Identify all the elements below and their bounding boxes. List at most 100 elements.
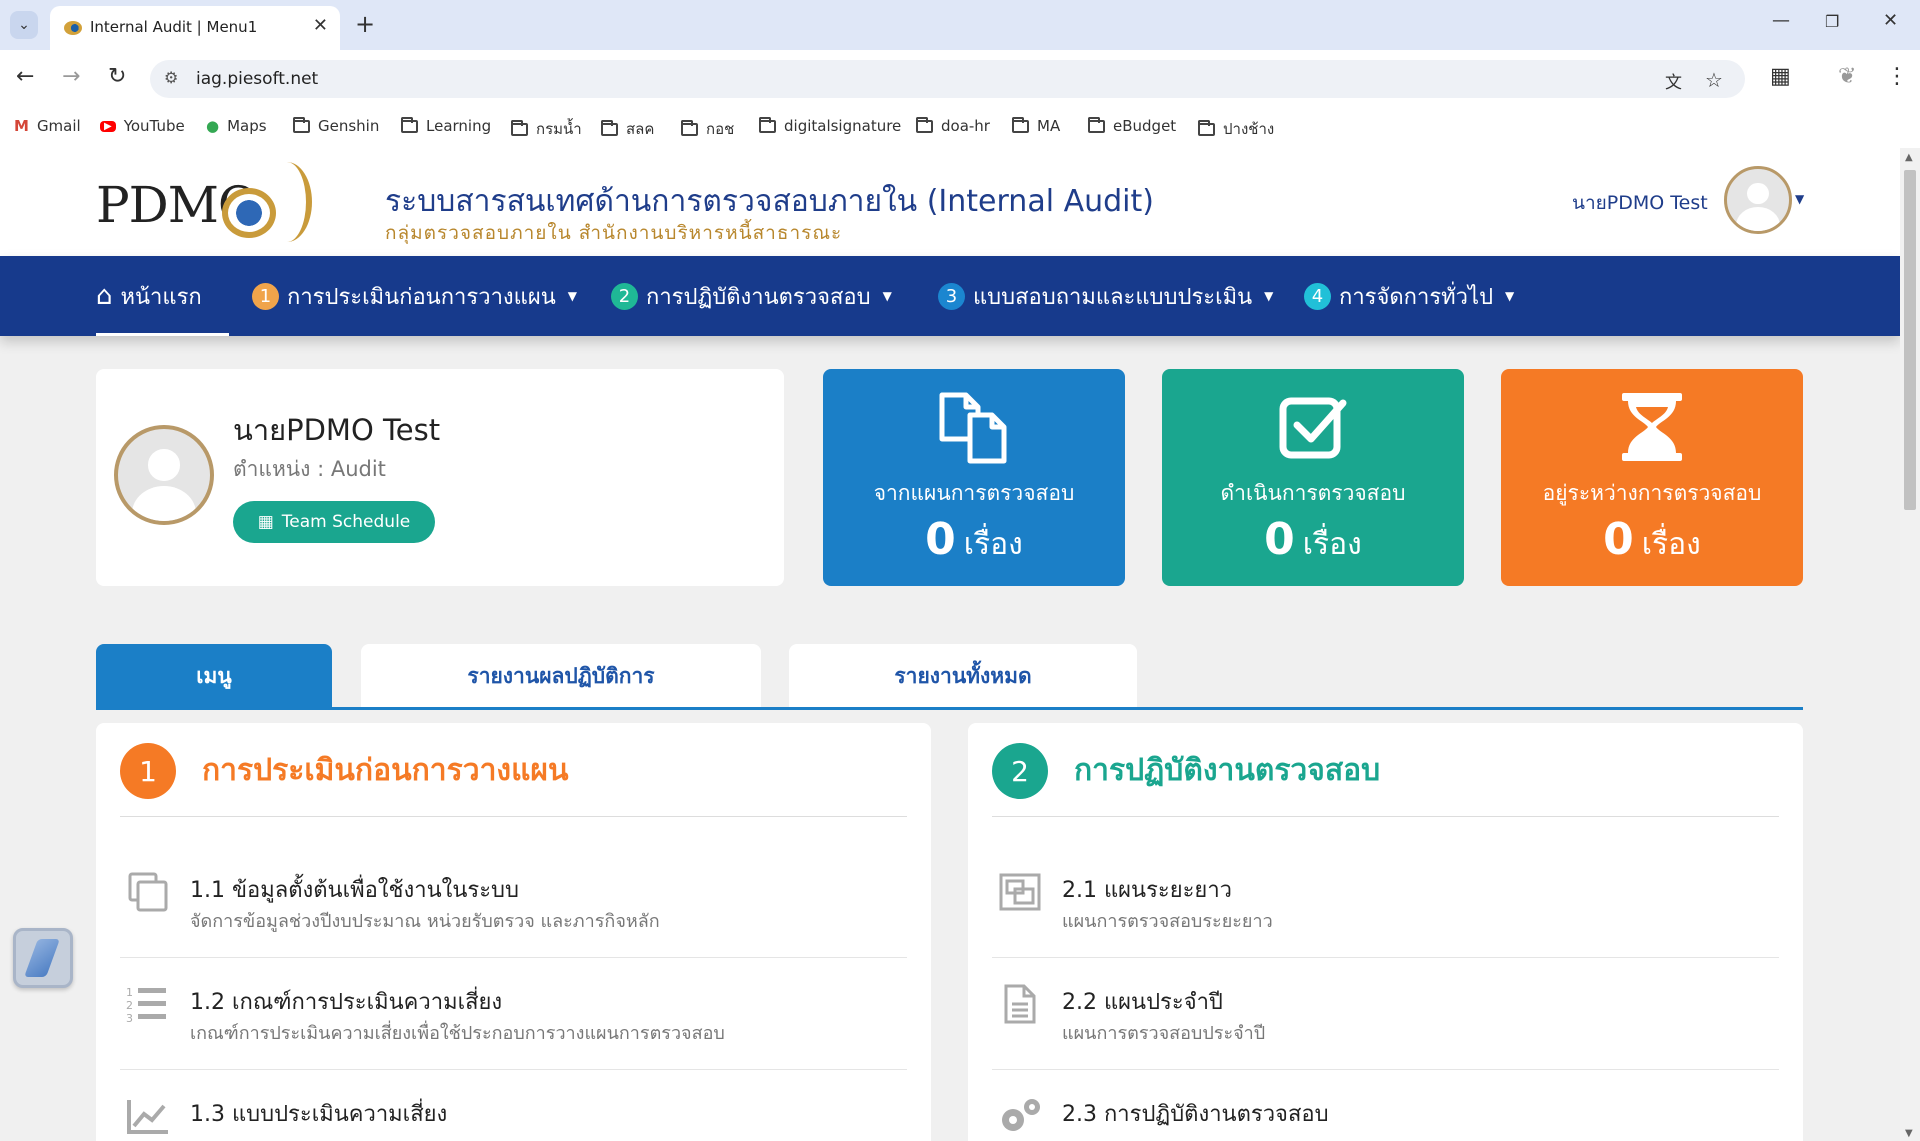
translate-icon[interactable]: 文 [1665,68,1682,93]
browser-tab[interactable]: Internal Audit | Menu1 ✕ [50,6,340,50]
tab-menu[interactable]: เมนู [96,644,332,708]
document-icon [998,984,1042,1024]
close-icon[interactable]: ✕ [313,15,328,36]
lightning-icon [24,939,60,977]
folder-icon [681,119,698,136]
folder-icon [1088,116,1105,133]
stat-label: ดำเนินการตรวจสอบ [1220,481,1406,505]
menu-item-2-2[interactable]: 2.2 แผนประจำปี แผนการตรวจสอบประจำปี [992,958,1779,1070]
caret-down-icon: ▼ [1505,289,1515,303]
more-vert-icon[interactable]: ⋮ [1886,64,1908,89]
menu-item-1-2[interactable]: 123 1.2 เกณฑ์การประเมินความเสี่ยง เกณฑ์ก… [120,958,907,1070]
home-icon: ⌂ [96,281,113,311]
scroll-down-arrow-icon[interactable]: ▼ [1905,1128,1913,1139]
nav-general-management[interactable]: 4 การจัดการทั่วไป ▼ [1304,256,1514,336]
nav-number-badge: 4 [1304,282,1331,310]
restore-icon[interactable]: ❐ [1825,12,1839,31]
line-chart-icon [126,1096,170,1136]
caret-down-icon[interactable]: ▼ [1795,192,1804,206]
svg-text:2: 2 [126,999,133,1012]
bookmark-gmail[interactable]: M Gmail [14,117,81,135]
menu-item-2-1[interactable]: 2.1 แผนระยะยาว แผนการตรวจสอบระยะยาว [992,846,1779,958]
bookmark-genshin[interactable]: Genshin [293,116,379,135]
caret-down-icon: ▼ [1264,289,1274,303]
tab-all-reports[interactable]: รายงานทั้งหมด [789,644,1137,708]
panel-title: การปฏิบัติงานตรวจสอบ [1074,753,1381,788]
team-schedule-button[interactable]: ▦ Team Schedule [233,501,435,543]
tab-title: Internal Audit | Menu1 [90,18,258,36]
menu-item-2-3[interactable]: 2.3 การปฏิบัติงานตรวจสอบ [992,1070,1779,1141]
nav-number-badge: 1 [252,282,279,310]
tab-operation-report[interactable]: รายงานผลปฏิบัติการ [361,644,761,708]
panel-number-badge: 1 [120,743,176,799]
bookmark-ปางช้าง[interactable]: ปางช้าง [1198,117,1274,141]
menu-item-1-1[interactable]: 1.1 ข้อมูลตั้งต้นเพื่อใช้งานในระบบ จัดกา… [120,846,907,958]
back-arrow-icon[interactable]: ← [16,64,34,89]
address-bar[interactable]: ⚙ iag.piesoft.net 文 ☆ [150,60,1745,98]
nav-home[interactable]: ⌂ หน้าแรก [96,256,202,336]
tab-underline [96,707,1803,710]
minimize-icon[interactable]: — [1772,10,1790,31]
bookmark-สลค[interactable]: สลค [601,117,654,141]
reload-icon[interactable]: ↻ [108,64,126,89]
site-header: PDMO ระบบสารสนเทศด้านการตรวจสอบภายใน (In… [0,148,1900,256]
scroll-up-arrow-icon[interactable]: ▲ [1905,152,1913,163]
scroll-thumb[interactable] [1904,170,1916,510]
nav-pre-planning[interactable]: 1 การประเมินก่อนการวางแผน ▼ [252,256,577,336]
avatar [114,425,214,525]
menu-item-title: 2.3 การปฏิบัติงานตรวจสอบ [1062,1102,1329,1127]
folder-icon [1012,116,1029,133]
folder-icon [293,116,310,133]
stat-card-under-audit[interactable]: อยู่ระหว่างการตรวจสอบ 0 เรื่อง [1501,369,1803,586]
main-navigation: ⌂ หน้าแรก 1 การประเมินก่อนการวางแผน ▼ 2 … [0,256,1900,336]
panel-number-badge: 2 [992,743,1048,799]
nav-number-badge: 3 [938,282,965,310]
menu-item-title: 1.2 เกณฑ์การประเมินความเสี่ยง [190,990,503,1015]
svg-text:3: 3 [126,1012,133,1024]
menu-item-title: 2.1 แผนระยะยาว [1062,878,1233,903]
bookmark-learning[interactable]: Learning [401,116,491,135]
bookmark-youtube[interactable]: ▶ YouTube [100,117,185,135]
bookmark-กอช[interactable]: กอช [681,117,734,141]
forward-arrow-icon[interactable]: → [62,64,80,89]
logo-swoosh [262,162,312,242]
stat-card-in-progress[interactable]: ดำเนินการตรวจสอบ 0 เรื่อง [1162,369,1464,586]
bookmark-doa-hr[interactable]: doa-hr [916,116,990,135]
site-subtitle: กลุ่มตรวจสอบภายใน สำนักงานบริหารหนี้สาธา… [385,222,843,244]
folder-icon [759,116,776,133]
new-tab-plus-icon[interactable]: + [355,10,375,38]
menu-item-subtitle: จัดการข้อมูลช่วงปีงบประมาณ หน่วยรับตรวจ … [190,911,660,932]
panel-title: การประเมินก่อนการวางแผน [202,753,569,788]
header-user-name[interactable]: นายPDMO Test [1572,188,1708,218]
bookmark-digitalsignature[interactable]: digitalsignature [759,116,901,135]
floating-widget-button[interactable] [13,928,73,988]
bookmark-ebudget[interactable]: eBudget [1088,116,1176,135]
copy-icon [126,872,170,912]
menu-item-1-3[interactable]: 1.3 แบบประเมินความเสี่ยง [120,1070,907,1141]
stat-card-from-plan[interactable]: จากแผนการตรวจสอบ 0 เรื่อง [823,369,1125,586]
avatar[interactable] [1724,166,1792,234]
star-bookmark-icon[interactable]: ☆ [1705,68,1723,92]
bookmark-กรมน้ำ[interactable]: กรมน้ำ [511,117,582,141]
caret-down-icon: ▼ [882,289,892,303]
nav-audit-operation[interactable]: 2 การปฏิบัติงานตรวจสอบ ▼ [611,256,892,336]
bookmark-ma[interactable]: MA [1012,116,1060,135]
profile-card: นายPDMO Test ตำแหน่ง : Audit ▦ Team Sche… [96,369,784,586]
svg-text:1: 1 [126,986,133,999]
window-close-icon[interactable]: ✕ [1883,10,1898,31]
divider [120,816,907,817]
page-scrollbar[interactable]: ▲ ▼ [1900,148,1920,1141]
gmail-icon: M [14,117,29,135]
pdmo-favicon-icon [64,21,82,35]
hourglass-icon [1501,387,1803,467]
tab-search-button[interactable]: ⌄ [10,11,38,39]
checkbox-icon [1162,387,1464,467]
stat-label: อยู่ระหว่างการตรวจสอบ [1542,481,1762,505]
bookmark-maps[interactable]: ● Maps [206,117,267,135]
site-info-icon[interactable]: ⚙ [164,68,178,87]
profile-feather-icon[interactable]: ❦ [1838,64,1856,89]
object-group-icon [998,872,1042,912]
extensions-puzzle-icon[interactable]: ▦ [1770,64,1791,89]
calendar-icon: ▦ [257,512,274,532]
nav-questionnaire[interactable]: 3 แบบสอบถามและแบบประเมิน ▼ [938,256,1273,336]
